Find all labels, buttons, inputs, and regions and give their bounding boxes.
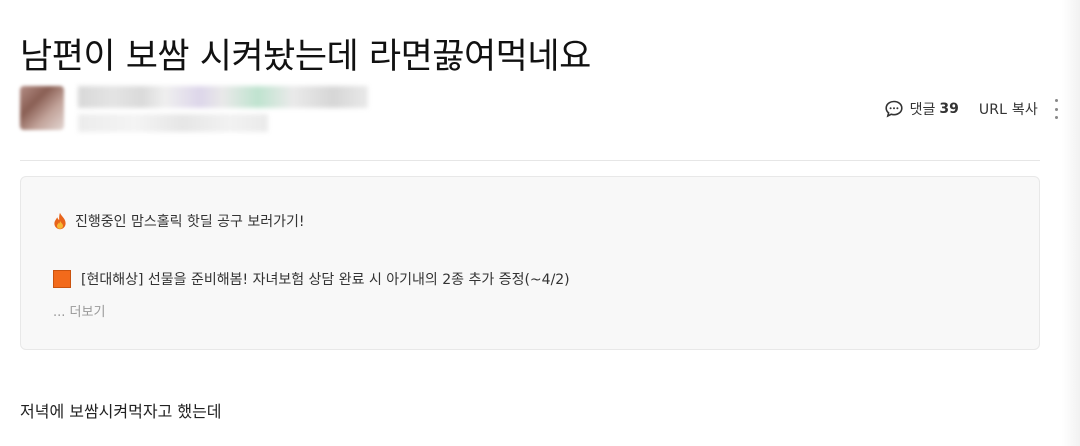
comment-label[interactable]: 댓글 xyxy=(910,99,936,119)
fire-icon xyxy=(54,212,66,230)
post-title: 남편이 보쌈 시켜놨는데 라면끓여먹네요 xyxy=(20,37,591,77)
notice-box: 진행중인 맘스홀릭 핫딜 공구 보러가기! [현대해상] 선물을 준비해봄! 자… xyxy=(20,176,1040,350)
url-copy-button[interactable]: URL 복사 xyxy=(979,99,1038,119)
comment-count[interactable]: 39 xyxy=(939,101,958,117)
more-link[interactable]: ... 더보기 xyxy=(53,301,105,320)
author-info: 댓글 39 URL 복사 xyxy=(20,82,1060,142)
post-meta-blurred xyxy=(78,114,268,132)
post-actions: 댓글 39 URL 복사 xyxy=(884,98,1060,120)
post-body-text: 저녁에 보쌈시켜먹자고 했는데 xyxy=(20,402,222,421)
vertical-dots-icon[interactable] xyxy=(1052,98,1060,120)
header-divider xyxy=(20,160,1040,161)
speech-bubble-icon[interactable] xyxy=(884,99,904,119)
notice-item-hotdeal[interactable]: 진행중인 맘스홀릭 핫딜 공구 보러가기! xyxy=(53,211,305,231)
author-avatar[interactable] xyxy=(20,86,64,130)
notice-item-insurance-text: [현대해상] 선물을 준비해봄! 자녀보험 상담 완료 시 아기내의 2종 추가… xyxy=(81,272,570,288)
author-name-blurred xyxy=(78,86,368,108)
orange-square-icon xyxy=(53,270,71,288)
right-edge-shadow xyxy=(1062,0,1080,446)
notice-item-insurance[interactable]: [현대해상] 선물을 준비해봄! 자녀보험 상담 완료 시 아기내의 2종 추가… xyxy=(53,269,570,289)
notice-item-hotdeal-text: 진행중인 맘스홀릭 핫딜 공구 보러가기! xyxy=(75,214,305,230)
